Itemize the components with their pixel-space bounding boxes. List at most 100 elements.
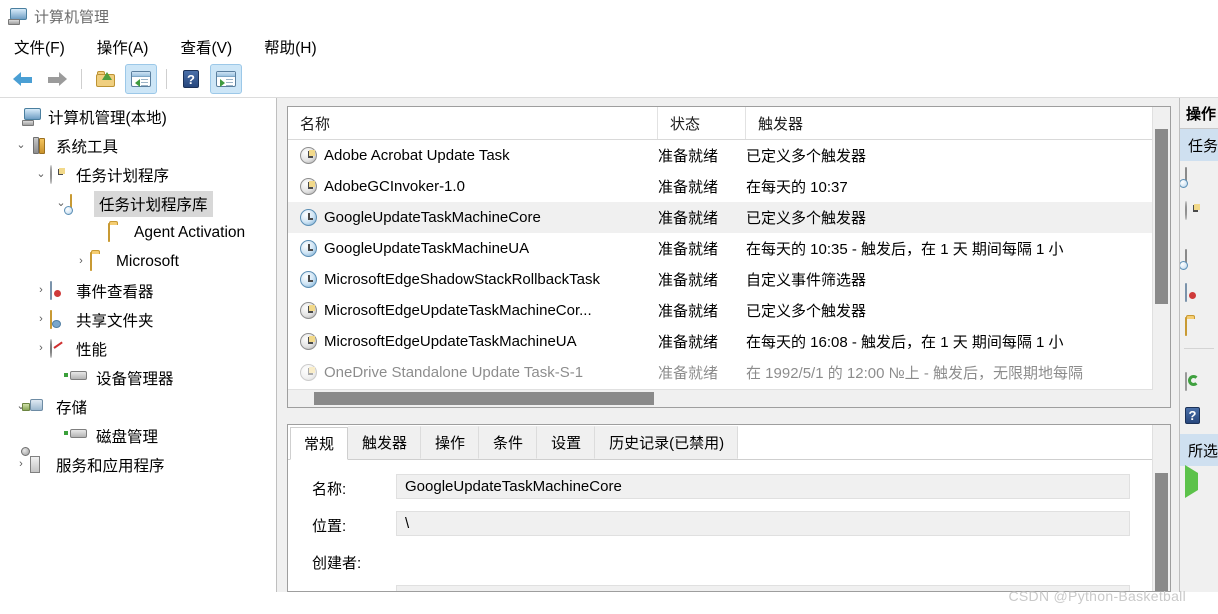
tab-conditions[interactable]: 条件 (479, 426, 538, 459)
back-button[interactable] (8, 65, 38, 93)
detail-vertical-scrollbar[interactable] (1152, 425, 1170, 591)
tab-actions[interactable]: 操作 (421, 426, 480, 459)
back-arrow-icon (13, 71, 33, 87)
tab-history[interactable]: 历史记录(已禁用) (595, 426, 739, 459)
task-name-cell: MicrosoftEdgeUpdateTaskMachineUA (288, 333, 658, 350)
tree-node-agent-activation[interactable]: Agent Activation (0, 218, 276, 247)
menu-action[interactable]: 操作(A) (95, 35, 151, 59)
system-tools-icon (30, 136, 50, 155)
history-icon (1185, 283, 1207, 304)
twisty-expanded[interactable]: ⌄ (32, 169, 50, 180)
tree-node-task-scheduler-library[interactable]: ⌄ 任务计划程序库 (0, 189, 276, 218)
tree-label: 存储 (56, 399, 88, 417)
tree-node-computer-management[interactable]: 计算机管理(本地) (0, 102, 276, 131)
action-help[interactable]: ? (1180, 400, 1218, 434)
tree-node-event-viewer[interactable]: › 事件查看器 (0, 276, 276, 305)
tree-node-shared-folders[interactable]: › 共享文件夹 (0, 305, 276, 334)
task-trigger: 在每天的 10:37 (746, 179, 848, 196)
up-one-level-button[interactable] (91, 65, 121, 93)
main-area: 计算机管理(本地) ⌄ 系统工具 ⌄ 任务计划程序 ⌄ 任务计划程序库 Agen… (0, 98, 1218, 592)
task-list-vertical-scrollbar[interactable] (1152, 107, 1170, 390)
twisty-collapsed[interactable]: › (32, 343, 50, 354)
twisty-collapsed[interactable]: › (72, 256, 90, 267)
task-list-header: 名称 状态 触发器 (288, 107, 1170, 140)
tree-node-disk-management[interactable]: 磁盘管理 (0, 421, 276, 450)
tree-node-task-scheduler[interactable]: ⌄ 任务计划程序 (0, 160, 276, 189)
table-row[interactable]: OneDrive Standalone Update Task-S-1 准备就绪… (288, 357, 1170, 388)
forward-arrow-icon (47, 71, 67, 87)
tab-triggers[interactable]: 触发器 (348, 426, 422, 459)
form-row-location: 位置: \ (288, 511, 1170, 536)
show-hide-action-pane-button[interactable] (210, 64, 242, 94)
column-header-name[interactable]: 名称 (288, 107, 658, 139)
task-trigger: 自定义事件筛选器 (746, 272, 867, 289)
task-name: AdobeGCInvoker-1.0 (324, 178, 465, 195)
tab-settings[interactable]: 设置 (537, 426, 596, 459)
twisty-collapsed[interactable]: › (32, 314, 50, 325)
table-row[interactable]: MicrosoftEdgeUpdateTaskMachineCor... 准备就… (288, 295, 1170, 326)
task-trigger: 在每天的 16:08 - 触发后，在 1 天 期间每隔 1 小 (746, 334, 1064, 351)
twisty-collapsed[interactable]: › (12, 459, 30, 470)
task-list[interactable]: 名称 状态 触发器 Adobe Acrobat Update Task 准备就绪… (287, 106, 1171, 408)
tree-node-performance[interactable]: › 性能 (0, 334, 276, 363)
task-trigger: 在每天的 10:35 - 触发后，在 1 天 期间每隔 1 小 (746, 241, 1064, 258)
column-header-trigger[interactable]: 触发器 (746, 107, 1170, 139)
tree-node-services-and-applications[interactable]: › 服务和应用程序 (0, 450, 276, 479)
shared-folders-icon (50, 309, 70, 329)
console-tree[interactable]: 计算机管理(本地) ⌄ 系统工具 ⌄ 任务计划程序 ⌄ 任务计划程序库 Agen… (0, 98, 277, 592)
scrollbar-thumb[interactable] (1155, 129, 1168, 304)
menu-help[interactable]: 帮助(H) (262, 35, 319, 59)
clock-icon (300, 302, 317, 319)
column-header-status[interactable]: 状态 (658, 107, 746, 139)
tree-node-microsoft[interactable]: › Microsoft (0, 247, 276, 276)
label-description: 描述: (312, 585, 396, 591)
label-author: 创建者: (312, 555, 362, 572)
scrollbar-thumb[interactable] (1155, 473, 1168, 591)
tab-general[interactable]: 常规 (290, 427, 349, 460)
computer-icon (22, 107, 42, 126)
tree-node-storage[interactable]: ⌄ 存储 (0, 392, 276, 421)
folder-up-icon (96, 71, 116, 87)
table-row[interactable]: GoogleUpdateTaskMachineUA 准备就绪 在每天的 10:3… (288, 233, 1170, 264)
folder-icon (90, 251, 110, 271)
folder-icon (108, 222, 128, 242)
form-row-author: 创建者: (288, 548, 1170, 573)
menu-view[interactable]: 查看(V) (178, 35, 234, 59)
task-status: 准备就绪 (658, 272, 719, 289)
task-library-icon (70, 193, 90, 213)
task-scheduler-icon (50, 164, 70, 184)
task-trigger: 在 1992/5/1 的 12:00 №上 - 触发后，无限期地每隔 (746, 365, 1084, 382)
tree-label: 计算机管理(本地) (48, 109, 167, 127)
action-create-task[interactable] (1180, 195, 1218, 229)
table-row[interactable]: AdobeGCInvoker-1.0 准备就绪 在每天的 10:37 (288, 171, 1170, 202)
task-list-rows: Adobe Acrobat Update Task 准备就绪 已定义多个触发器 … (288, 140, 1170, 407)
show-hide-console-tree-button[interactable] (125, 64, 157, 94)
task-status: 准备就绪 (658, 303, 719, 320)
tree-node-system-tools[interactable]: ⌄ 系统工具 (0, 131, 276, 160)
action-new-folder[interactable] (1180, 311, 1218, 345)
task-list-horizontal-scrollbar[interactable] (288, 389, 1153, 407)
action-pane-icon (216, 71, 236, 87)
action-refresh[interactable] (1180, 366, 1218, 400)
action-create-basic-task[interactable] (1180, 161, 1218, 195)
table-row-selected[interactable]: GoogleUpdateTaskMachineCore 准备就绪 已定义多个触发… (288, 202, 1170, 233)
task-name: MicrosoftEdgeUpdateTaskMachineCor... (324, 302, 592, 319)
action-run[interactable] (1180, 465, 1218, 500)
table-row[interactable]: MicrosoftEdgeUpdateTaskMachineUA 准备就绪 在每… (288, 326, 1170, 357)
table-row[interactable]: Adobe Acrobat Update Task 准备就绪 已定义多个触发器 (288, 140, 1170, 171)
help-button[interactable]: ? (176, 65, 206, 93)
menu-file[interactable]: 文件(F) (12, 35, 67, 59)
scrollbar-thumb[interactable] (314, 392, 654, 405)
field-name-value[interactable]: GoogleUpdateTaskMachineCore (396, 474, 1130, 499)
window-title: 计算机管理 (34, 9, 110, 26)
disk-management-icon (70, 427, 90, 445)
task-status: 准备就绪 (658, 365, 719, 382)
twisty-collapsed[interactable]: › (32, 285, 50, 296)
action-display-all-running[interactable] (1180, 243, 1218, 277)
action-enable-history[interactable] (1180, 277, 1218, 311)
question-mark-icon: ? (183, 70, 199, 88)
twisty-expanded[interactable]: ⌄ (12, 140, 30, 151)
tree-node-device-manager[interactable]: 设备管理器 (0, 363, 276, 392)
forward-button[interactable] (42, 65, 72, 93)
table-row[interactable]: MicrosoftEdgeShadowStackRollbackTask 准备就… (288, 264, 1170, 295)
